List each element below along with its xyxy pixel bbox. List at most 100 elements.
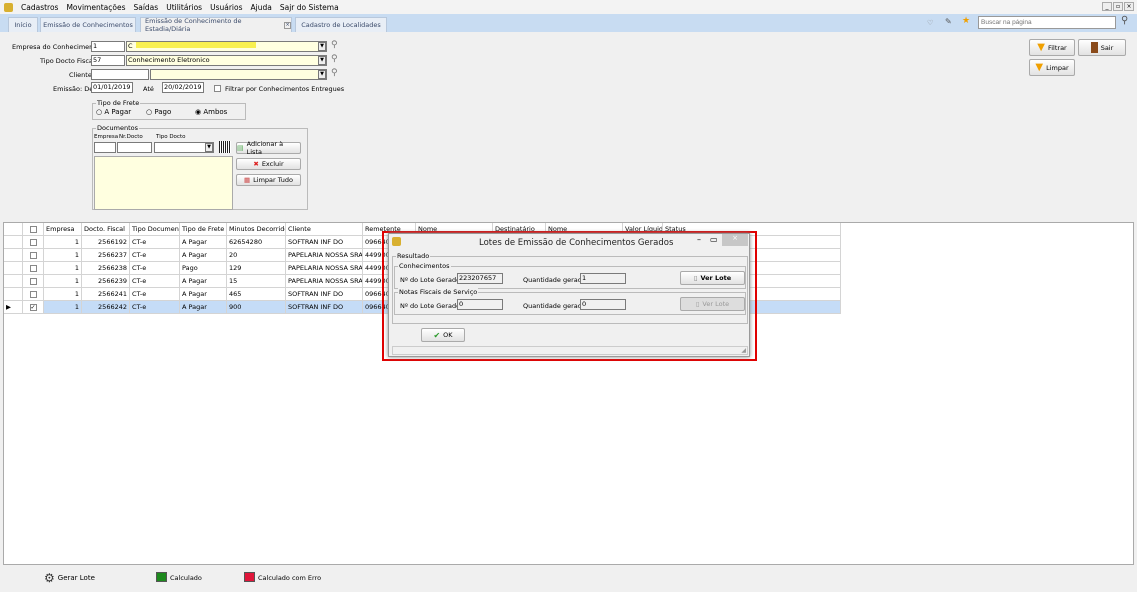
row-checkbox[interactable] <box>29 290 37 298</box>
search-empresa-icon[interactable]: ⚲ <box>331 40 338 50</box>
sair-button[interactable]: Sair <box>1078 39 1126 56</box>
table-cell: 2566239 <box>82 275 130 288</box>
row-checkbox[interactable] <box>29 251 37 259</box>
chevron-down-icon[interactable]: ▼ <box>318 56 326 65</box>
table-cell: CT-e <box>130 275 180 288</box>
radio-a-pagar[interactable]: ○ A Pagar <box>96 108 131 116</box>
radio-label: Ambos <box>203 108 228 116</box>
qtd-label: Quantidade gerada <box>523 276 586 284</box>
table-cell: 2566241 <box>82 288 130 301</box>
tab-inicio[interactable]: Início <box>8 17 38 32</box>
row-checkbox[interactable] <box>29 238 37 246</box>
qtd-nfs-field: 0 <box>580 299 626 310</box>
search-tipo-icon[interactable]: ⚲ <box>331 54 338 64</box>
ver-lote-button[interactable]: ▯ Ver Lote <box>680 271 745 285</box>
tab-cadastro-localidades[interactable]: Cadastro de Localidades <box>295 17 387 32</box>
chevron-down-icon[interactable]: ▼ <box>205 143 213 152</box>
table-cell: CT-e <box>130 262 180 275</box>
tab-emissao-conhecimentos[interactable]: Emissão de Conhecimentos <box>40 17 136 32</box>
resize-grip-icon[interactable]: ◢ <box>741 347 746 354</box>
gerar-lote-button[interactable]: ⚙ Gerar Lote <box>44 571 95 585</box>
menu-cadastros[interactable]: Cadastros <box>21 3 58 12</box>
star-icon[interactable]: ★ <box>962 16 970 26</box>
row-checkbox[interactable]: ✓ <box>29 303 37 311</box>
limpar-button[interactable]: ▼ Limpar <box>1029 59 1075 76</box>
qtd-label: Quantidade gerada <box>523 302 586 310</box>
doc-empresa-input[interactable] <box>94 142 116 153</box>
table-cell: 1 <box>44 249 82 262</box>
documentos-title: Documentos <box>96 124 140 132</box>
tipo-code-input[interactable]: 57 <box>91 55 125 66</box>
menu-saidas[interactable]: Saídas <box>133 3 158 12</box>
table-cell: PAPELARIA NOSSA SRA <box>286 249 363 262</box>
dialog-close-button[interactable]: × <box>722 234 748 246</box>
table-cell: 900 <box>227 301 286 314</box>
documentos-list[interactable] <box>94 156 233 210</box>
ver-lote-nfs-button: ▯ Ver Lote <box>680 297 745 311</box>
select-all-cell <box>23 223 44 236</box>
table-cell: 129 <box>227 262 286 275</box>
column-header: Minutos Decorridos <box>227 223 286 236</box>
button-label: OK <box>443 331 453 339</box>
limpar-tudo-button[interactable]: ▦ Limpar Tudo <box>236 174 301 186</box>
empresa-code-input[interactable]: 1 <box>91 41 125 52</box>
search-icon[interactable]: ⚲ <box>1121 15 1128 26</box>
table-cell: CT-e <box>130 236 180 249</box>
table-cell: A Pagar <box>180 275 227 288</box>
empresa-select[interactable]: C <box>126 41 327 52</box>
menu-movimentacoes[interactable]: Movimentações <box>66 3 125 12</box>
cliente-code-input[interactable] <box>91 69 149 80</box>
menu-utilitarios[interactable]: Utilitários <box>166 3 202 12</box>
menu-ajuda[interactable]: Ajuda <box>251 3 272 12</box>
dialog-maximize-button[interactable]: ▭ <box>710 235 718 244</box>
chevron-down-icon[interactable]: ▼ <box>318 42 326 51</box>
radio-label: Pago <box>154 108 172 116</box>
cliente-select[interactable] <box>150 69 327 80</box>
column-header: Tipo Documento <box>130 223 180 236</box>
button-label: Ver Lote <box>700 274 732 282</box>
chevron-down-icon[interactable]: ▼ <box>318 70 326 79</box>
emissao-de-input[interactable]: 01/01/2019 <box>91 82 133 93</box>
filtrar-button[interactable]: ▼ Filtrar <box>1029 39 1075 56</box>
ate-label: Até <box>143 85 154 93</box>
emissao-ate-input[interactable]: 20/02/2019 <box>162 82 204 93</box>
button-label: Filtrar <box>1047 43 1067 52</box>
radio-ambos[interactable]: ◉ Ambos <box>195 108 227 116</box>
row-select-cell <box>23 288 44 301</box>
doc-nr-input[interactable] <box>117 142 152 153</box>
entregues-checkbox[interactable] <box>214 85 221 92</box>
barcode-icon[interactable] <box>219 141 231 153</box>
button-label: Ver Lote <box>702 300 730 308</box>
search-input[interactable] <box>978 16 1116 29</box>
ok-button[interactable]: ✔ OK <box>421 328 465 342</box>
tipo-select[interactable]: Conhecimento Eletronico <box>126 55 327 66</box>
menu-sair[interactable]: Sajr do Sistema <box>280 3 339 12</box>
erro-swatch <box>244 572 255 582</box>
lotes-dialog: Lotes de Emissão de Conhecimentos Gerado… <box>388 233 750 357</box>
select-all-checkbox[interactable] <box>29 225 37 233</box>
button-label: Gerar Lote <box>57 574 95 582</box>
row-checkbox[interactable] <box>29 277 37 285</box>
col-label: Nr.Docto <box>119 134 143 140</box>
favorites-dropdown-icon[interactable]: ♡ <box>927 19 933 27</box>
row-checkbox[interactable] <box>29 264 37 272</box>
row-indicator: ▶ <box>4 301 23 314</box>
restore-button[interactable]: ▫ <box>1113 2 1123 11</box>
table-cell: SOFTRAN INF DO <box>286 288 363 301</box>
row-select-cell: ✓ <box>23 301 44 314</box>
table-cell: 1 <box>44 262 82 275</box>
excluir-button[interactable]: ✖ Excluir <box>236 158 301 170</box>
search-cliente-icon[interactable]: ⚲ <box>331 68 338 78</box>
dialog-status-bar: ◢ <box>392 346 748 355</box>
tipo-label: Tipo Docto Fiscal <box>40 57 95 65</box>
tab-emissao-estadia[interactable]: Emissão de Conhecimento de Estadia/Diári… <box>140 17 292 33</box>
pin-icon[interactable]: ✎ <box>945 17 952 26</box>
close-button[interactable]: × <box>1124 2 1134 11</box>
app-icon <box>4 2 13 12</box>
menu-usuarios[interactable]: Usuários <box>210 3 242 12</box>
adicionar-lista-button[interactable]: ▤ Adicionar à Lista <box>236 140 301 156</box>
radio-pago[interactable]: ○ Pago <box>146 108 171 116</box>
minimize-button[interactable]: _ <box>1102 2 1112 11</box>
close-tab-icon[interactable]: × <box>284 21 291 29</box>
dialog-minimize-button[interactable]: – <box>697 235 701 244</box>
